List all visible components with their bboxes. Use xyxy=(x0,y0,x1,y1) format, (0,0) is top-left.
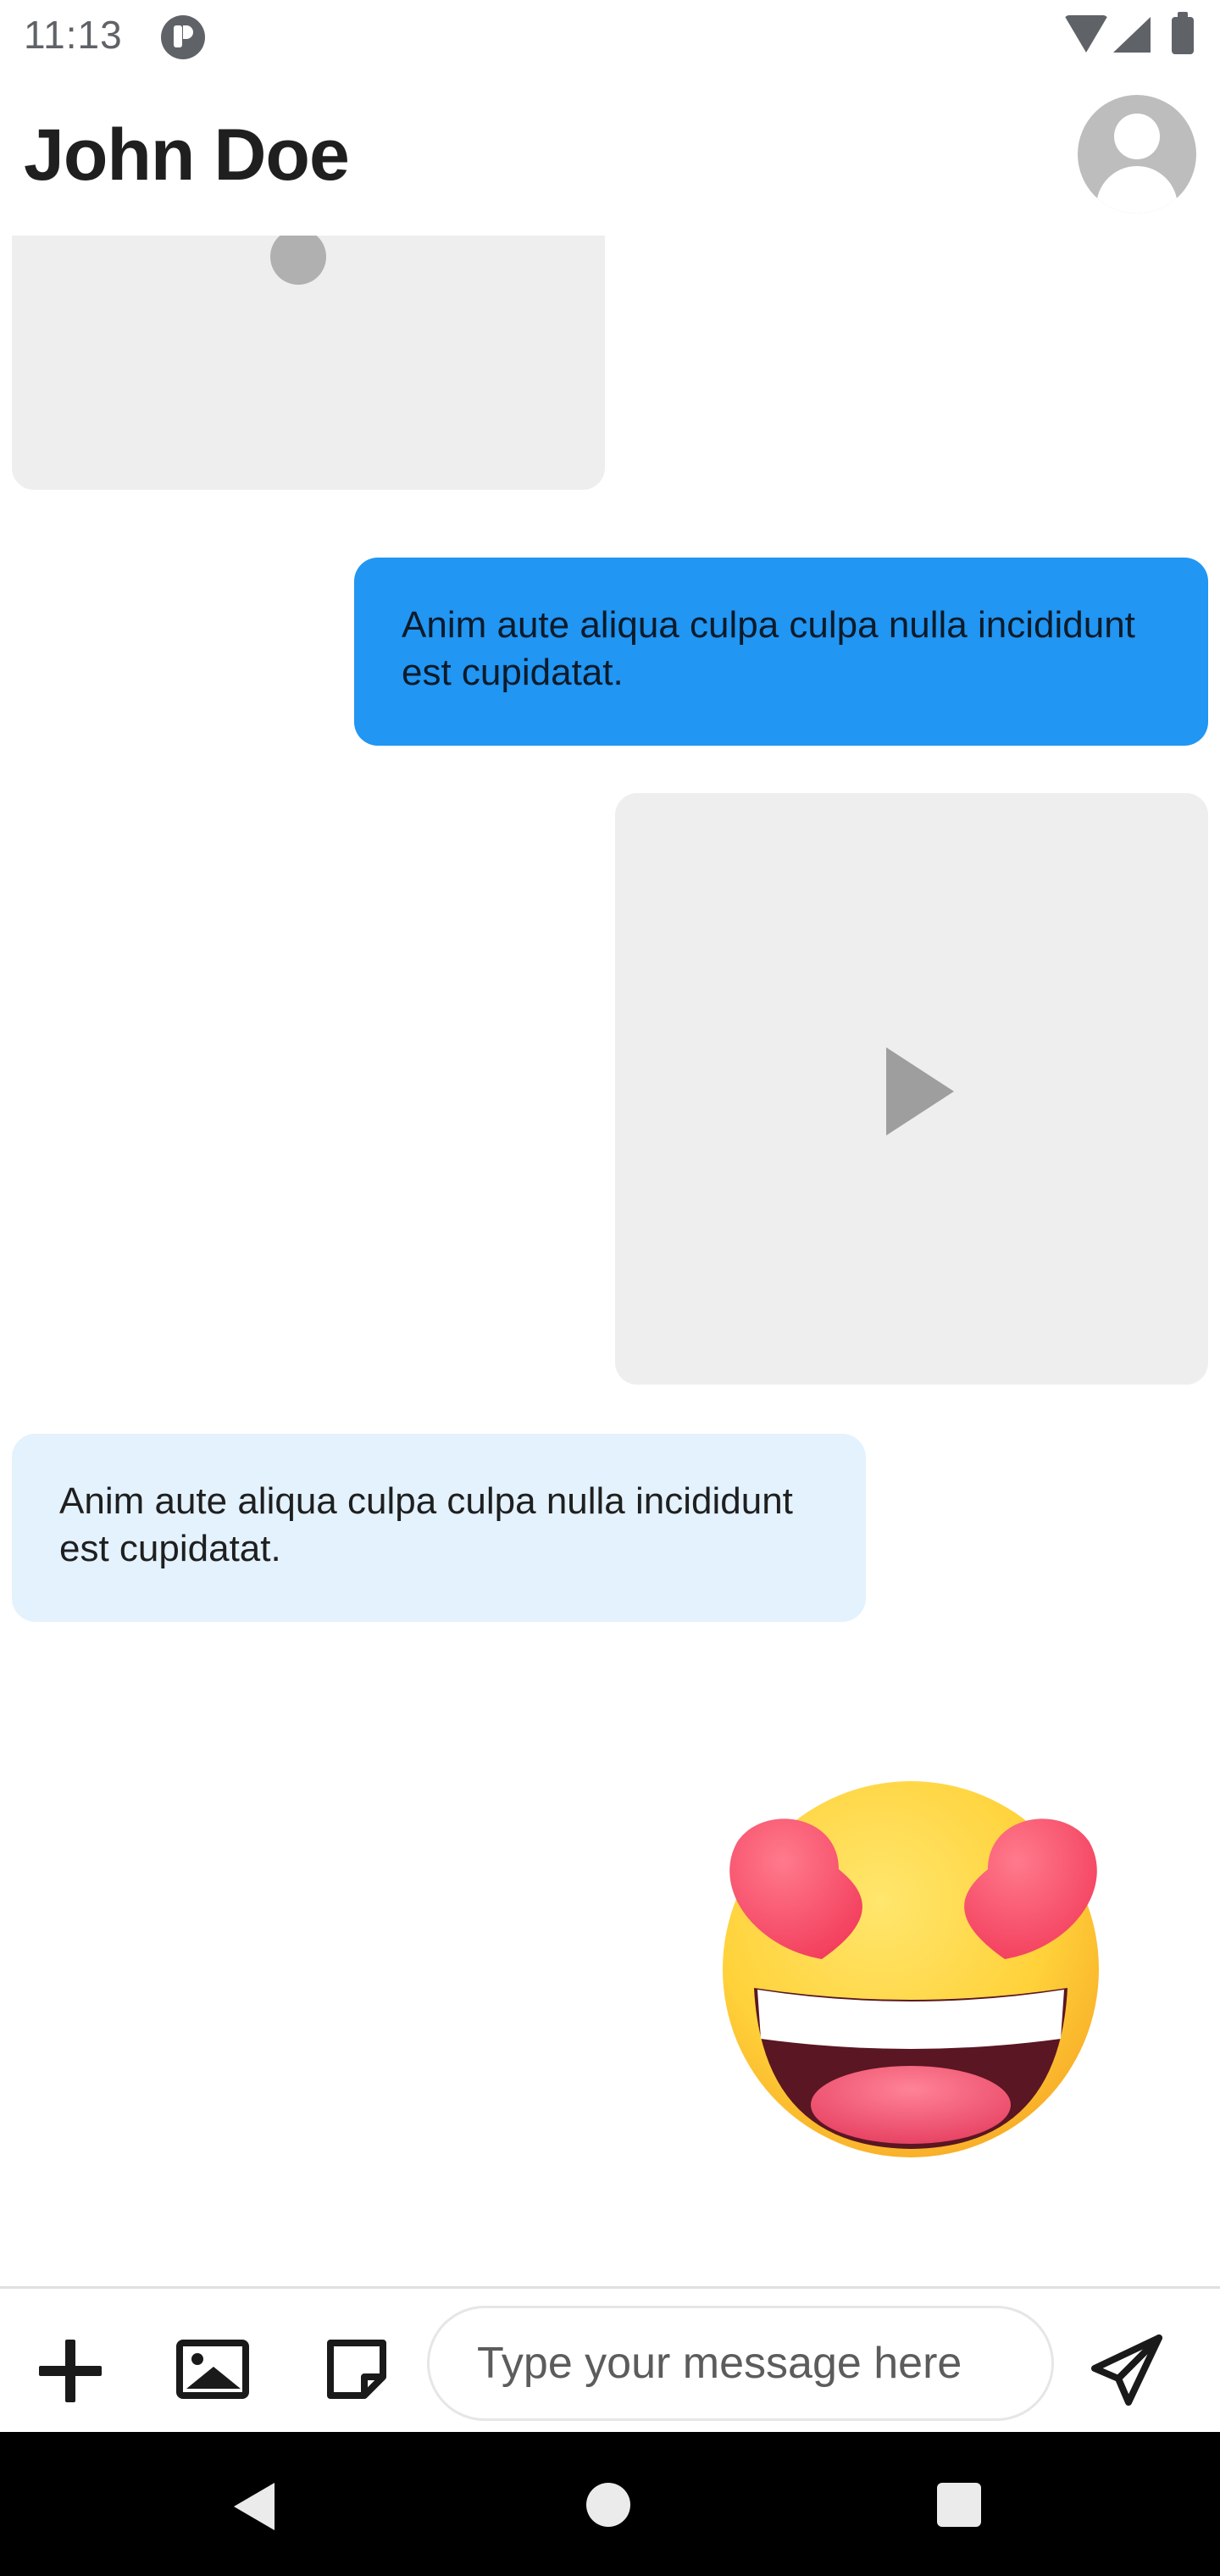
system-nav-bar xyxy=(0,2432,1220,2576)
outgoing-text-message[interactable]: Anim aute aliqua culpa culpa nulla incid… xyxy=(354,558,1208,746)
emoji-sticker-graphic xyxy=(723,1781,1099,2157)
message-input-container[interactable] xyxy=(427,2306,1054,2421)
message-input[interactable] xyxy=(477,2334,1019,2393)
app-notification-icon xyxy=(161,15,205,59)
video-message[interactable] xyxy=(615,793,1208,1385)
message-text: Anim aute aliqua culpa culpa nulla incid… xyxy=(402,604,1135,693)
play-icon[interactable] xyxy=(886,1047,954,1135)
recents-icon[interactable] xyxy=(937,2483,981,2527)
avatar[interactable] xyxy=(1078,95,1196,214)
message-text: Anim aute aliqua culpa culpa nulla incid… xyxy=(59,1480,793,1569)
send-icon[interactable] xyxy=(1088,2331,1166,2409)
signal-icon xyxy=(1113,17,1151,53)
image-icon[interactable] xyxy=(176,2340,249,2399)
image-loading-icon xyxy=(270,236,326,285)
home-icon[interactable] xyxy=(586,2483,630,2527)
image-message[interactable] xyxy=(12,236,605,490)
page-title: John Doe xyxy=(24,114,350,196)
person-icon xyxy=(1114,114,1160,159)
incoming-text-message[interactable]: Anim aute aliqua culpa culpa nulla incid… xyxy=(12,1434,866,1622)
battery-icon xyxy=(1172,12,1194,54)
message-list[interactable]: Anim aute aliqua culpa culpa nulla incid… xyxy=(0,236,1220,2286)
chat-header: John Doe xyxy=(0,75,1220,236)
heart-eyes-grinning-emoji[interactable] xyxy=(720,1766,1110,2164)
back-icon[interactable] xyxy=(234,2483,274,2530)
status-time: 11:13 xyxy=(24,13,123,57)
message-composer xyxy=(0,2286,1220,2432)
sticker-note-icon[interactable] xyxy=(325,2338,388,2401)
add-icon[interactable] xyxy=(39,2340,102,2402)
status-bar: 11:13 xyxy=(0,0,1220,75)
wifi-icon xyxy=(1064,15,1108,53)
